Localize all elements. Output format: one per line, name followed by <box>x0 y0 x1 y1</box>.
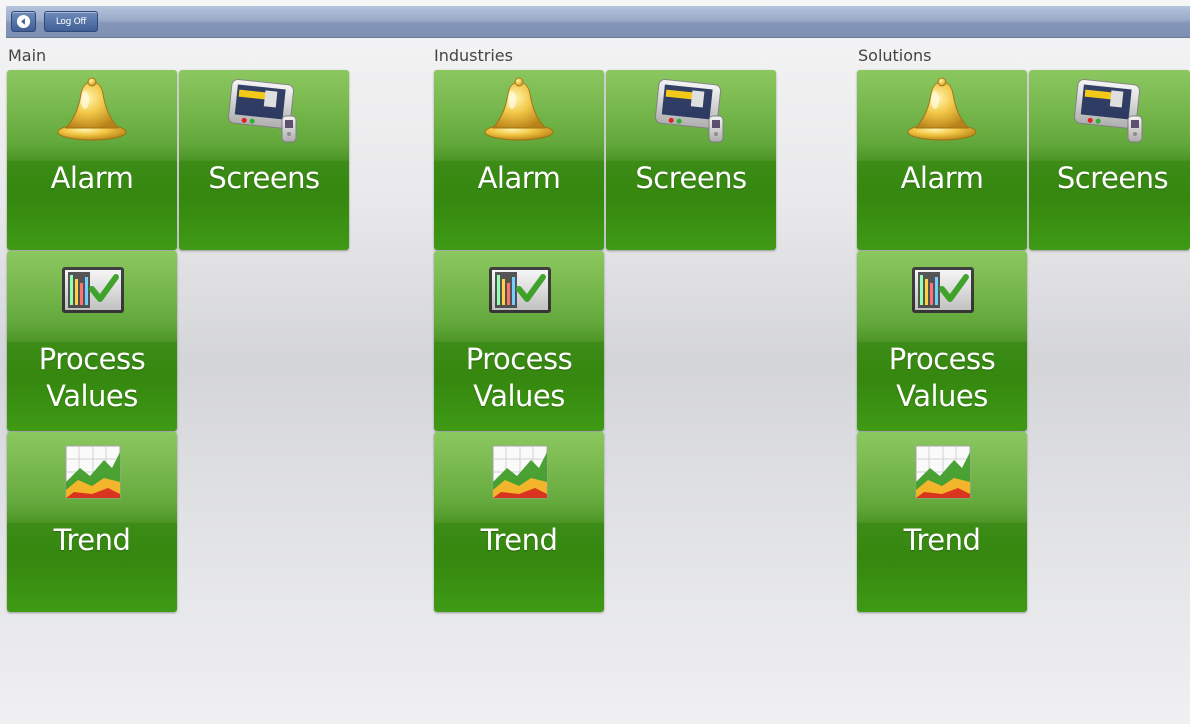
bell-icon <box>52 76 132 148</box>
tile-process-values[interactable]: Process Values <box>434 251 604 431</box>
log-off-button[interactable]: Log Off <box>44 11 98 32</box>
back-arrow-icon <box>16 14 31 29</box>
tile-label-line2: Values <box>473 379 565 413</box>
tile-trend[interactable]: Trend <box>857 432 1027 612</box>
tile-label: Screens <box>1056 161 1169 195</box>
process-values-icon <box>52 257 132 329</box>
tile-screens[interactable]: Screens <box>606 70 776 250</box>
trend-chart-icon <box>479 438 559 510</box>
trend-chart-icon <box>52 438 132 510</box>
tile-label: Process Values <box>434 341 604 415</box>
tile-screens[interactable]: Screens <box>179 70 349 250</box>
tile-alarm[interactable]: Alarm <box>857 70 1027 250</box>
panel-screens-icon <box>1070 76 1150 148</box>
tile-label: Alarm <box>50 161 134 195</box>
section-title-industries: Industries <box>434 46 513 65</box>
tile-label: Screens <box>208 161 320 195</box>
tile-label-line1: Process <box>465 342 573 376</box>
bell-icon <box>479 76 559 148</box>
tile-label-line2: Values <box>46 379 138 413</box>
tile-screens[interactable]: Screens <box>1029 70 1190 250</box>
process-values-icon <box>902 257 982 329</box>
tile-label-line2: Values <box>896 379 988 413</box>
tile-label: Trend <box>903 523 981 557</box>
panel-screens-icon <box>224 76 304 148</box>
tile-label: Alarm <box>900 161 984 195</box>
tile-alarm[interactable]: Alarm <box>7 70 177 250</box>
tile-label: Screens <box>635 161 747 195</box>
tile-label: Trend <box>53 523 131 557</box>
tile-label: Alarm <box>477 161 561 195</box>
panel-screens-icon <box>651 76 731 148</box>
top-toolbar: Log Off <box>6 6 1190 38</box>
tile-label: Process Values <box>7 341 177 415</box>
tile-trend[interactable]: Trend <box>7 432 177 612</box>
section-title-solutions: Solutions <box>858 46 932 65</box>
tile-label-line1: Process <box>888 342 996 376</box>
back-button[interactable] <box>11 11 36 32</box>
tile-label-line1: Process <box>38 342 146 376</box>
tile-label: Trend <box>480 523 558 557</box>
process-values-icon <box>479 257 559 329</box>
section-title-main: Main <box>8 46 47 65</box>
tile-process-values[interactable]: Process Values <box>7 251 177 431</box>
bell-icon <box>902 76 982 148</box>
tile-label: Process Values <box>857 341 1027 415</box>
trend-chart-icon <box>902 438 982 510</box>
tile-alarm[interactable]: Alarm <box>434 70 604 250</box>
tile-process-values[interactable]: Process Values <box>857 251 1027 431</box>
tile-trend[interactable]: Trend <box>434 432 604 612</box>
